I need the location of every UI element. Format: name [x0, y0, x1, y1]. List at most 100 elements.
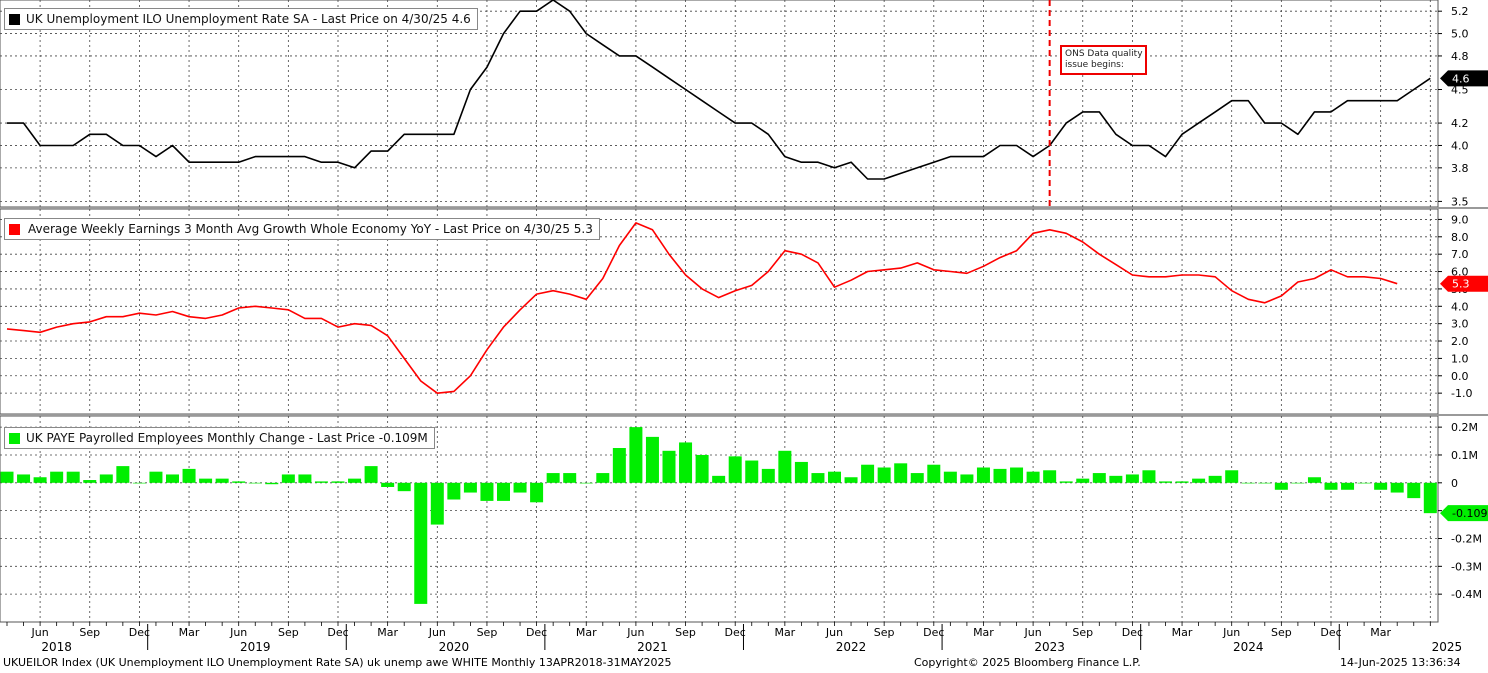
y-tick-label: 0: [1451, 477, 1458, 490]
bar: [463, 482, 477, 493]
x-month-label: Jun: [428, 626, 446, 639]
bar: [1423, 482, 1437, 514]
x-month-label: Dec: [129, 626, 150, 639]
x-month-label: Mar: [774, 626, 795, 639]
bar: [695, 454, 709, 483]
bar: [546, 473, 560, 483]
x-year-label: 2021: [637, 640, 668, 654]
x-month-label: Dec: [327, 626, 348, 639]
bar: [861, 464, 875, 483]
x-month-label: Jun: [31, 626, 49, 639]
y-tick-label: -1.0: [1451, 387, 1472, 400]
bar: [149, 471, 163, 483]
bar: [828, 471, 841, 483]
bar: [1258, 482, 1272, 484]
y-tick-label: -0.3M: [1451, 560, 1482, 573]
x-year-label: 2025: [1432, 640, 1463, 654]
legend-swatch-green: [9, 432, 20, 444]
bar: [1208, 475, 1222, 483]
y-tick-label: 8.0: [1451, 231, 1469, 244]
bar: [331, 481, 345, 483]
x-month-label: Sep: [278, 626, 299, 639]
y-tick-label: -0.2M: [1451, 532, 1482, 545]
bar: [480, 482, 494, 501]
y-tick-label: 4.0: [1451, 139, 1469, 152]
annotation-line2: issue begins:: [1065, 60, 1124, 70]
bar: [1175, 481, 1189, 483]
bar: [1341, 482, 1355, 490]
bar: [1109, 475, 1123, 483]
bar: [993, 468, 1007, 483]
annotation-ons-quality: ONS Data quality issue begins:: [1060, 45, 1147, 75]
bar: [298, 474, 312, 483]
bar: [943, 471, 957, 483]
footer-timestamp: 14-Jun-2025 13:36:34: [1340, 656, 1461, 669]
y-tick-label: 4.0: [1451, 300, 1469, 313]
y-tick-label: 4.2: [1451, 117, 1469, 130]
bar: [348, 478, 362, 483]
x-month-label: Dec: [725, 626, 746, 639]
bar: [1159, 481, 1172, 483]
bar: [662, 450, 676, 483]
x-month-label: Sep: [477, 626, 498, 639]
bar: [1142, 470, 1156, 483]
bar: [1324, 482, 1338, 490]
bar: [1059, 481, 1073, 483]
bar: [397, 482, 411, 492]
bar: [447, 482, 461, 500]
bar: [679, 442, 693, 483]
bar: [1225, 470, 1239, 483]
bloomberg-chart: 3.53.84.04.24.54.85.05.24.6-1.00.01.02.0…: [0, 0, 1488, 673]
bar: [844, 477, 858, 483]
bar: [1357, 482, 1371, 484]
x-month-label: Mar: [179, 626, 200, 639]
x-year-label: 2018: [41, 640, 72, 654]
y-tick-label: 2.0: [1451, 335, 1469, 348]
y-tick-label: 3.8: [1451, 162, 1469, 175]
bar: [17, 474, 31, 483]
x-month-label: Sep: [79, 626, 100, 639]
bar: [99, 474, 113, 483]
bar: [116, 466, 130, 483]
bar: [314, 481, 328, 483]
y-tick-label: 1.0: [1451, 352, 1469, 365]
x-month-label: Mar: [1172, 626, 1193, 639]
x-month-label: Jun: [229, 626, 247, 639]
bar: [281, 474, 295, 483]
bar: [530, 482, 544, 503]
bar: [612, 448, 626, 483]
bar: [182, 468, 196, 483]
bar: [199, 478, 213, 483]
bar: [1407, 482, 1421, 499]
bar: [976, 467, 990, 483]
y-tick-label: 5.2: [1451, 5, 1469, 18]
bar: [761, 468, 775, 483]
bar: [248, 482, 262, 484]
legend-unemployment: UK Unemployment ILO Unemployment Rate SA…: [4, 8, 478, 30]
x-month-label: Sep: [1271, 626, 1292, 639]
bar: [50, 471, 64, 483]
bar: [927, 464, 941, 483]
x-month-label: Dec: [923, 626, 944, 639]
y-tick-label: 9.0: [1451, 213, 1469, 226]
y-tick-label: -0.4M: [1451, 588, 1482, 601]
legend-swatch-black: [9, 13, 20, 25]
x-month-label: Mar: [576, 626, 597, 639]
bar: [232, 481, 246, 483]
footer-source: UKUEILOR Index (UK Unemployment ILO Unem…: [3, 656, 672, 669]
bar: [513, 482, 527, 493]
x-year-label: 2023: [1034, 640, 1065, 654]
bar: [0, 471, 14, 483]
last-value-label-2: -0.109M: [1452, 507, 1488, 520]
bar: [910, 473, 924, 483]
y-tick-label: 5.0: [1451, 28, 1469, 41]
bar: [579, 482, 593, 484]
x-month-label: Jun: [626, 626, 644, 639]
x-month-label: Sep: [675, 626, 696, 639]
bar: [166, 474, 179, 483]
bar: [1307, 477, 1321, 483]
legend-swatch-red: [9, 223, 20, 235]
y-tick-label: 3.5: [1451, 195, 1469, 208]
bar: [1274, 482, 1288, 490]
bar: [596, 473, 610, 483]
